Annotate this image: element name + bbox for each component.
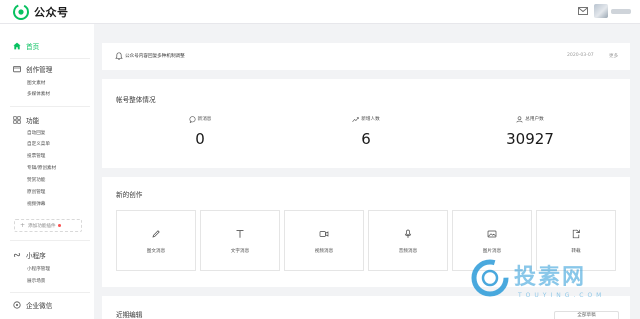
top-bar: 公众号 (0, 0, 640, 24)
folder-icon (13, 65, 21, 73)
stat-value: 0 (195, 130, 205, 148)
account-name-blurred[interactable] (611, 9, 631, 14)
all-drafts-button[interactable]: 全部草稿 (554, 311, 619, 319)
sidebar-item-image-text-material[interactable]: 图文素材 (27, 80, 45, 86)
logo[interactable]: 公众号 (13, 4, 69, 20)
grid-icon (13, 116, 21, 124)
sidebar-item-label: 首页 (26, 43, 40, 51)
stat-label-row: 新增人数 (306, 115, 426, 123)
stat-label-row: 总用户数 (470, 115, 590, 123)
sidebar-item-album[interactable]: 专辑/原创素材 (27, 165, 56, 171)
create-video-tile[interactable]: 视频消息 (284, 210, 364, 271)
recent-edits-card: 近期编辑 全部草稿 (102, 296, 630, 319)
text-t-icon (236, 230, 244, 238)
sidebar-section-miniprogram[interactable]: 小程序 (13, 250, 46, 260)
create-text-tile[interactable]: 文字消息 (200, 210, 280, 271)
sidebar-item-original[interactable]: 原创管理 (27, 189, 45, 195)
sidebar-item-auto-reply[interactable]: 自动回复 (27, 130, 45, 136)
red-dot-badge (57, 224, 61, 227)
new-creation-title: 新的创作 (116, 191, 143, 199)
sidebar: 首页 创作管理 图文素材 多媒体素材 功能 自动回复 自定义菜单 投票管理 专辑… (0, 24, 94, 319)
miniprogram-icon (13, 253, 21, 257)
notice-bar: 公众号内容回复多种机制调整 2020-03-07 更多 (102, 43, 630, 70)
sidebar-item-home[interactable]: 首页 (13, 41, 39, 51)
divider (10, 58, 90, 59)
avatar[interactable] (594, 4, 608, 18)
sidebar-section-label: 企业微信 (26, 302, 53, 310)
stat-label-row: 新消息 (140, 115, 260, 123)
wecom-icon (13, 301, 21, 309)
create-image-text-tile[interactable]: 图文消息 (116, 210, 196, 271)
create-repost-tile[interactable]: 转载 (536, 210, 616, 271)
sidebar-section-label: 功能 (26, 117, 40, 125)
home-icon (13, 42, 21, 50)
sidebar-item-reward[interactable]: 赞赏功能 (27, 177, 45, 183)
mail-icon[interactable] (578, 7, 588, 15)
divider (10, 106, 90, 107)
notice-date: 2020-03-07 (567, 53, 594, 58)
trend-icon (352, 116, 359, 122)
tile-label: 视频消息 (314, 249, 334, 254)
stat-new-followers[interactable]: 新增人数 6 (306, 115, 426, 148)
tile-label: 转载 (571, 249, 581, 254)
sidebar-item-vote[interactable]: 投票管理 (27, 153, 45, 159)
plus-icon: + (20, 222, 26, 229)
tile-label: 图片消息 (482, 249, 502, 254)
notice-text[interactable]: 公众号内容回复多种机制调整 (125, 53, 185, 59)
add-feature-label: 添加功能插件 (28, 223, 56, 229)
divider (10, 240, 90, 241)
repost-icon (572, 229, 580, 239)
pencil-icon (152, 230, 160, 238)
sidebar-item-custom-menu[interactable]: 自定义菜单 (27, 141, 50, 147)
account-overview-title: 帐号整体情况 (116, 96, 156, 104)
sidebar-item-media-material[interactable]: 多媒体素材 (27, 91, 50, 97)
tile-label: 音频消息 (398, 249, 418, 254)
stat-value: 6 (361, 130, 371, 148)
recent-edits-title: 近期编辑 (116, 311, 143, 319)
sidebar-section-creation[interactable]: 创作管理 (13, 64, 52, 74)
tile-label: 图文消息 (146, 249, 166, 254)
stat-label: 总用户数 (525, 117, 544, 122)
image-icon (487, 230, 497, 238)
wechat-official-logo-icon (13, 4, 29, 20)
stat-label: 新消息 (197, 117, 212, 122)
create-image-tile[interactable]: 图片消息 (452, 210, 532, 271)
chat-bubble-icon (189, 115, 196, 123)
sidebar-section-label: 小程序 (26, 252, 46, 260)
stat-total-users[interactable]: 总用户数 30927 (470, 115, 590, 148)
stat-new-messages[interactable]: 新消息 0 (140, 115, 260, 148)
user-icon (516, 115, 523, 123)
sidebar-item-display-scene[interactable]: 展示场景 (27, 278, 45, 284)
add-feature-button[interactable]: + 添加功能插件 (14, 219, 82, 232)
brand-name: 公众号 (34, 6, 69, 19)
sidebar-item-miniprogram-manage[interactable]: 小程序管理 (27, 266, 50, 272)
microphone-icon (404, 229, 412, 238)
bell-icon (115, 52, 123, 60)
stat-value: 30927 (506, 130, 554, 148)
create-audio-tile[interactable]: 音频消息 (368, 210, 448, 271)
notice-more-link[interactable]: 更多 (609, 53, 618, 59)
tile-label: 文字消息 (230, 249, 250, 254)
divider (10, 292, 90, 293)
sidebar-section-wecom[interactable]: 企业微信 (13, 300, 52, 310)
sidebar-item-video-danmaku[interactable]: 视频弹幕 (27, 201, 45, 207)
sidebar-section-label: 创作管理 (26, 66, 53, 74)
video-icon (319, 231, 329, 237)
sidebar-section-features[interactable]: 功能 (13, 115, 39, 125)
stat-label: 新增人数 (361, 117, 380, 122)
